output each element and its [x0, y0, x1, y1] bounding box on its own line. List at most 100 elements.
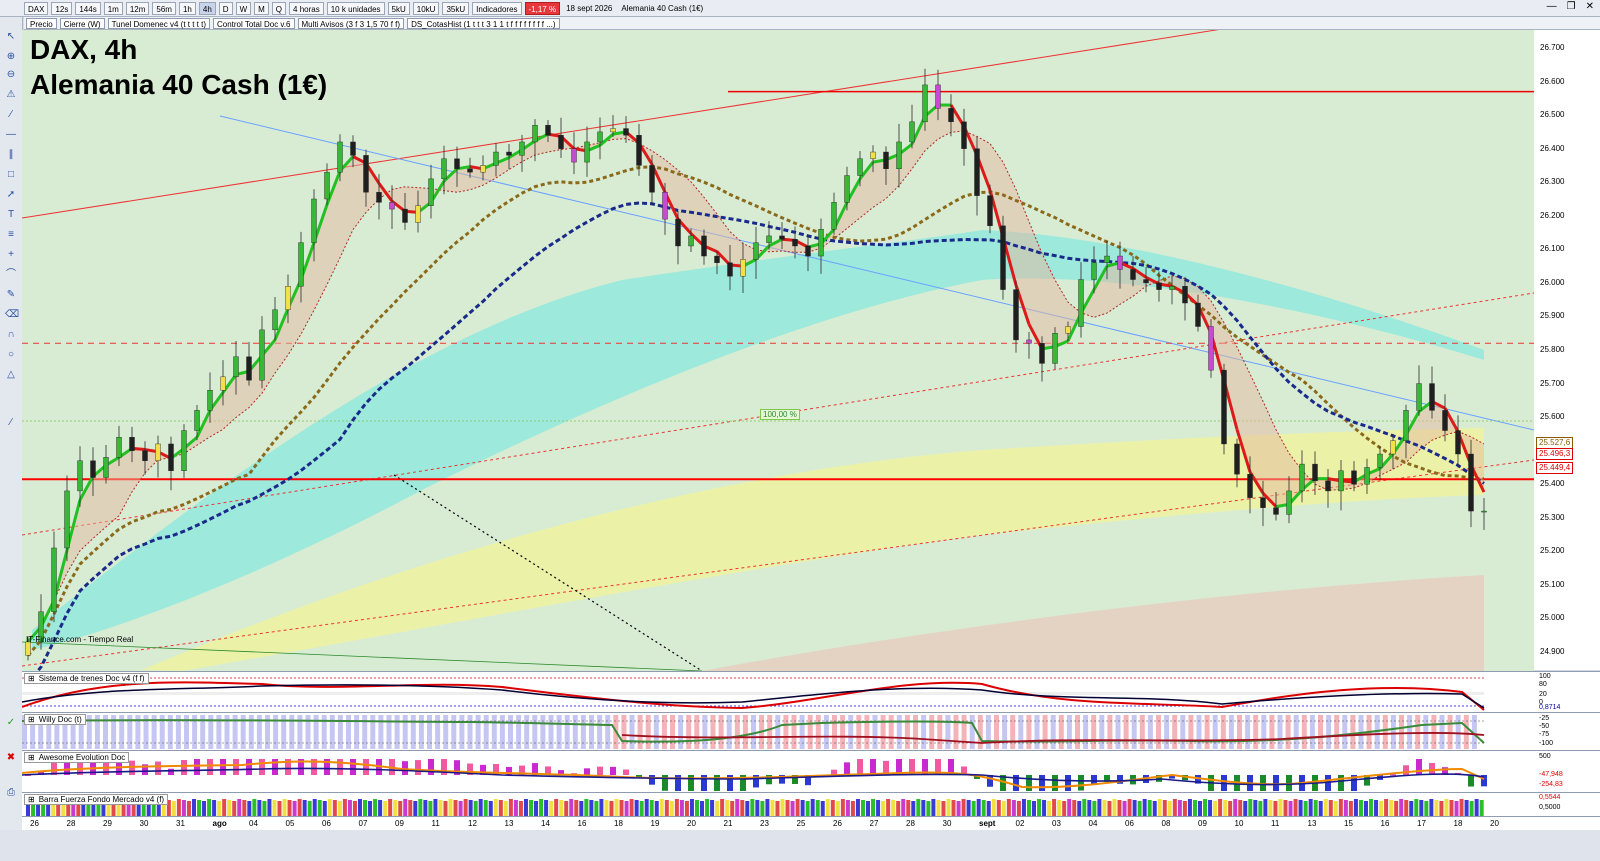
data-source: IT-Finance.com - Tiempo Real [26, 635, 134, 644]
panel-willy-title[interactable]: ⊞ Willy Doc (t) [24, 714, 86, 725]
panel-collapse-icon[interactable]: ⊞ [28, 753, 35, 762]
barra-fuerza-bar [725, 800, 730, 816]
candle-body [259, 329, 265, 381]
willy-bar [994, 715, 999, 749]
delete-icon[interactable]: ✖ [5, 752, 17, 764]
panel-collapse-icon[interactable]: ⊞ [28, 795, 35, 804]
chip-tunel-domenec[interactable]: Tunel Domenec v4 (t t t t t) [107, 17, 210, 29]
timeframe-12m[interactable]: 12m [125, 1, 150, 15]
chip-cierre[interactable]: Cierre (W) [59, 17, 105, 29]
timeframe-56m[interactable]: 56m [152, 1, 176, 15]
timeframe-d[interactable]: D [218, 1, 233, 15]
timeframe-144s[interactable]: 144s [75, 1, 101, 15]
pencil-tool-icon[interactable]: ✎ [5, 289, 17, 301]
rectangle-tool-icon[interactable]: □ [5, 169, 17, 181]
restore-icon[interactable]: ❐ [1567, 1, 1576, 12]
eraser-tool-icon[interactable]: ⌫ [5, 309, 19, 321]
barra-fuerza-bar [931, 799, 936, 816]
willy-bar [386, 715, 392, 749]
timeframe-w[interactable]: W [235, 1, 252, 15]
barra-fuerza-bar [292, 801, 297, 816]
barra-fuerza-bar [1213, 801, 1218, 816]
time-tick-label: sept [979, 819, 996, 828]
pointer-tool-icon[interactable]: ↖ [5, 31, 17, 43]
panel-barra-fuerza[interactable]: ⊞ Barra Fuerza Fondo Mercado v4 (f) [22, 792, 1534, 817]
check-icon[interactable]: ✓ [5, 717, 17, 729]
barra-fuerza-bar [493, 799, 498, 816]
timeframe-1m[interactable]: 1m [103, 1, 123, 15]
time-axis[interactable]: 26 28 29 30 31 ago 04 05 06 07 09 11 12 13 14 16 18 19 20 2… [22, 816, 1600, 831]
panel-sistema-trenes-title[interactable]: ⊞ Sistema de trenes Doc v4 (f f) [24, 673, 149, 684]
trendline-red-icon[interactable]: ∕ [5, 417, 17, 429]
main-price-chart[interactable] [21, 17, 1535, 684]
close-icon[interactable]: ✕ [1586, 1, 1594, 12]
ruler-tool-icon[interactable]: ⌒ [5, 269, 17, 281]
candle-body [1273, 507, 1279, 515]
tick: -254,83 [1539, 781, 1563, 788]
zoom-out-icon[interactable]: ⊖ [5, 69, 17, 81]
barra-fuerza-bar [1233, 799, 1238, 816]
channel-tool-icon[interactable]: ∥ [5, 149, 17, 161]
indicators-button[interactable]: Indicadores [472, 1, 522, 15]
panel-collapse-icon[interactable]: ⊞ [28, 674, 35, 683]
zoom-in-icon[interactable]: ⊕ [5, 51, 17, 63]
chip-multi-avisos[interactable]: Multi Avisos (3 f 3 1,5 70 f f) [297, 17, 405, 29]
barra-fuerza-bar [1197, 801, 1202, 816]
barra-fuerza-bar [901, 799, 906, 816]
line-tool-icon[interactable]: ∕ [5, 109, 17, 121]
panel-sistema-trenes[interactable]: ⊞ Sistema de trenes Doc v4 (f f) [21, 671, 1534, 713]
panel-collapse-icon[interactable]: ⊞ [28, 715, 35, 724]
circle-tool-icon[interactable]: ○ [5, 349, 17, 361]
magnet-tool-icon[interactable]: ∩ [5, 329, 17, 341]
panel-awesome-title[interactable]: ⊞ Awesome Evolution Doc [24, 752, 130, 763]
volume-5ku[interactable]: 5kU [387, 1, 410, 15]
triangle-tool-icon[interactable]: △ [5, 369, 17, 381]
price-tick-label: 26.000 [1540, 277, 1565, 287]
barra-fuerza-bar [770, 800, 775, 816]
volume-35ku[interactable]: 35kU [442, 1, 470, 15]
chip-ds-cotashist[interactable]: DS_CotasHist (1 t t t 3 1 1 t f f f f f … [407, 17, 560, 29]
alert-icon[interactable]: ⚠ [5, 89, 17, 101]
hline-tool-icon[interactable]: — [5, 129, 17, 141]
arrow-tool-icon[interactable]: ➚ [5, 189, 17, 201]
panel-willy[interactable]: ⊞ Willy Doc (t) [21, 712, 1534, 751]
candle-body [1156, 282, 1162, 290]
barra-fuerza-bar [1469, 801, 1474, 816]
barra-fuerza-bar [403, 799, 408, 816]
bottom-scroll-area[interactable] [0, 830, 1600, 861]
symbol-selector[interactable]: DAX [24, 1, 49, 15]
barra-fuerza-bar [433, 799, 438, 816]
barra-fuerza-bar [468, 800, 473, 816]
price-tick-label: 26.400 [1540, 143, 1565, 153]
cross-tool-icon[interactable]: + [5, 249, 17, 261]
chip-control-total[interactable]: Control Total Doc v.6 [212, 17, 295, 29]
barra-fuerza-bar [735, 799, 740, 816]
volume-10ku[interactable]: 10kU [412, 1, 440, 15]
chip-precio[interactable]: Precio [26, 17, 57, 29]
minimize-icon[interactable]: — [1547, 1, 1557, 12]
willy-bar [799, 715, 805, 749]
price-tick-label: 26.500 [1540, 110, 1565, 120]
period-selector[interactable]: 4 horas [289, 1, 324, 15]
time-tick-label: 09 [395, 819, 404, 828]
awesome-bar [1078, 775, 1084, 791]
timeframe-4h[interactable]: 4h [198, 1, 216, 15]
units-selector[interactable]: 10 k unidades [326, 1, 385, 15]
timeframe-12s[interactable]: 12s [51, 1, 73, 15]
mid-band [22, 692, 1484, 695]
willy-bar [621, 715, 627, 749]
barra-fuerza-bar [896, 801, 901, 816]
panel-barra-fuerza-title[interactable]: ⊞ Barra Fuerza Fondo Mercado v4 (f) [24, 794, 169, 805]
barra-fuerza-bar [644, 799, 649, 816]
timeframe-1h[interactable]: 1h [178, 1, 196, 15]
print-icon[interactable]: ⎙ [5, 787, 17, 799]
barra-fuerza-bar [1192, 800, 1197, 816]
barra-fuerza-bar [1177, 800, 1182, 816]
tick: -50 [1539, 723, 1550, 730]
panel-awesome[interactable]: ⊞ Awesome Evolution Doc [21, 750, 1534, 793]
awesome-bar [428, 759, 434, 775]
text-tool-icon[interactable]: T [5, 209, 17, 221]
timeframe-m[interactable]: M [254, 1, 269, 15]
fib-tool-icon[interactable]: ≡ [5, 229, 17, 241]
timeframe-q[interactable]: Q [271, 1, 287, 15]
